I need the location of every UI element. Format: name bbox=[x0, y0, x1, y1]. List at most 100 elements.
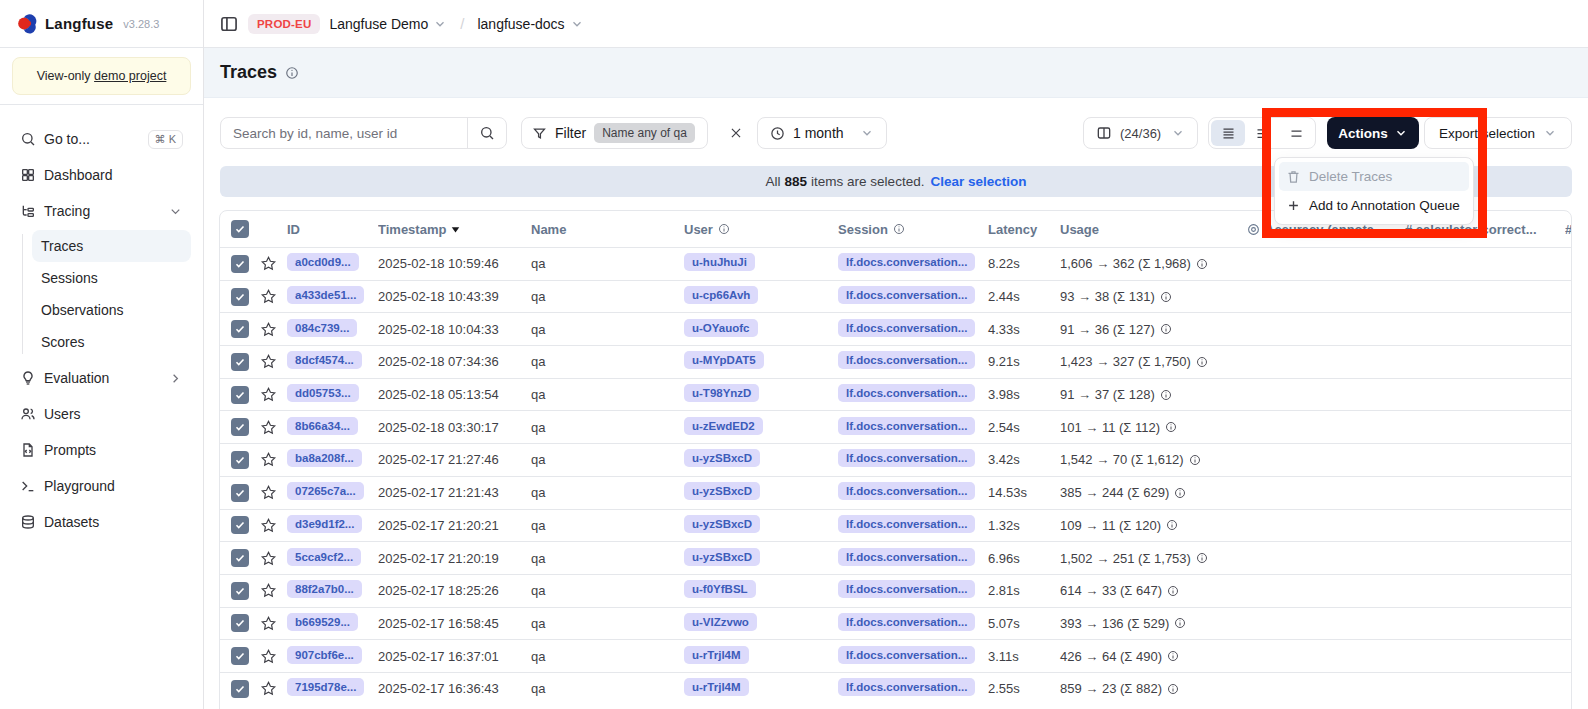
trace-id-badge[interactable]: 7195d78e... bbox=[287, 678, 364, 696]
user-badge[interactable]: u-yzSBxcD bbox=[684, 515, 760, 533]
user-badge[interactable]: u-yzSBxcD bbox=[684, 449, 760, 467]
row-checkbox[interactable] bbox=[231, 418, 249, 436]
col-header-session[interactable]: Session bbox=[838, 222, 988, 237]
user-badge[interactable]: u-rTrjl4M bbox=[684, 678, 749, 696]
session-badge[interactable]: lf.docs.conversation... bbox=[838, 449, 975, 467]
row-checkbox[interactable] bbox=[231, 451, 249, 469]
row-checkbox[interactable] bbox=[231, 386, 249, 404]
star-icon[interactable] bbox=[260, 255, 277, 272]
trace-id-badge[interactable]: b669529... bbox=[287, 613, 358, 631]
session-badge[interactable]: lf.docs.conversation... bbox=[838, 286, 975, 304]
table-row[interactable]: 88f2a7b0... 2025-02-17 18:25:26 qa u-f0Y… bbox=[220, 574, 1571, 607]
row-height-tall[interactable] bbox=[1279, 120, 1313, 146]
row-height-medium[interactable] bbox=[1245, 120, 1279, 146]
project-switcher[interactable]: langfuse-docs bbox=[477, 16, 583, 32]
trace-id-badge[interactable]: 084c739... bbox=[287, 319, 357, 337]
col-header-timestamp[interactable]: Timestamp bbox=[378, 222, 531, 237]
filter-button[interactable]: Filter Name any of qa bbox=[521, 117, 708, 149]
table-row[interactable]: d3e9d1f2... 2025-02-17 21:20:21 qa u-yzS… bbox=[220, 509, 1571, 542]
sidebar-item-prompts[interactable]: Prompts bbox=[8, 434, 195, 466]
row-checkbox[interactable] bbox=[231, 647, 249, 665]
select-all-checkbox[interactable] bbox=[231, 220, 249, 238]
star-icon[interactable] bbox=[260, 451, 277, 468]
demo-project-link[interactable]: demo project bbox=[94, 69, 166, 83]
star-icon[interactable] bbox=[260, 419, 277, 436]
user-badge[interactable]: u-zEwdED2 bbox=[684, 417, 763, 435]
col-header-id[interactable]: ID bbox=[287, 222, 378, 237]
col-header-user[interactable]: User bbox=[684, 222, 838, 237]
user-badge[interactable]: u-yzSBxcD bbox=[684, 548, 760, 566]
user-badge[interactable]: u-yzSBxcD bbox=[684, 482, 760, 500]
sidebar-item-dashboard[interactable]: Dashboard bbox=[8, 159, 195, 191]
table-row[interactable]: 907cbf6e... 2025-02-17 16:37:01 qa u-rTr… bbox=[220, 639, 1571, 672]
user-badge[interactable]: u-T98YnzD bbox=[684, 384, 759, 402]
sidebar-item-tracing[interactable]: Tracing bbox=[8, 195, 195, 227]
session-badge[interactable]: lf.docs.conversation... bbox=[838, 548, 975, 566]
trace-id-badge[interactable]: dd05753... bbox=[287, 384, 359, 402]
org-switcher[interactable]: Langfuse Demo bbox=[329, 16, 447, 32]
session-badge[interactable]: lf.docs.conversation... bbox=[838, 417, 975, 435]
goto-search[interactable]: Go to... ⌘ K bbox=[8, 123, 195, 155]
trace-id-badge[interactable]: ba8a208f... bbox=[287, 449, 362, 467]
trace-id-badge[interactable]: 5cca9cf2... bbox=[287, 548, 361, 566]
user-badge[interactable]: u-OYauofc bbox=[684, 319, 758, 337]
time-range-button[interactable]: 1 month bbox=[757, 117, 887, 149]
table-row[interactable]: 7195d78e... 2025-02-17 16:36:43 qa u-rTr… bbox=[220, 672, 1571, 705]
sidebar-item-evaluation[interactable]: Evaluation bbox=[8, 362, 195, 394]
search-button[interactable] bbox=[467, 118, 506, 148]
session-badge[interactable]: lf.docs.conversation... bbox=[838, 515, 975, 533]
sidebar-toggle-icon[interactable] bbox=[219, 14, 239, 34]
star-icon[interactable] bbox=[260, 353, 277, 370]
col-header-name[interactable]: Name bbox=[531, 222, 684, 237]
sidebar-item-users[interactable]: Users bbox=[8, 398, 195, 430]
table-row[interactable]: 8b66a34... 2025-02-18 03:30:17 qa u-zEwd… bbox=[220, 410, 1571, 443]
row-checkbox[interactable] bbox=[231, 255, 249, 273]
user-badge[interactable]: u-cp66Avh bbox=[684, 286, 758, 304]
table-row[interactable]: 07265c7a... 2025-02-17 21:21:43 qa u-yzS… bbox=[220, 476, 1571, 509]
star-icon[interactable] bbox=[260, 386, 277, 403]
sidebar-item-playground[interactable]: Playground bbox=[8, 470, 195, 502]
user-badge[interactable]: u-VIZzvwo bbox=[684, 613, 757, 631]
session-badge[interactable]: lf.docs.conversation... bbox=[838, 678, 975, 696]
col-header-latency[interactable]: Latency bbox=[988, 222, 1060, 237]
clear-filter-button[interactable] bbox=[725, 122, 747, 144]
table-row[interactable]: 8dcf4574... 2025-02-18 07:34:36 qa u-MYp… bbox=[220, 345, 1571, 378]
sidebar-item-sessions[interactable]: Sessions bbox=[32, 262, 191, 294]
session-badge[interactable]: lf.docs.conversation... bbox=[838, 253, 975, 271]
menu-item-delete-traces[interactable]: Delete Traces bbox=[1279, 162, 1469, 191]
session-badge[interactable]: lf.docs.conversation... bbox=[838, 646, 975, 664]
row-checkbox[interactable] bbox=[231, 582, 249, 600]
row-checkbox[interactable] bbox=[231, 484, 249, 502]
info-icon[interactable] bbox=[285, 66, 299, 80]
sidebar-item-observations[interactable]: Observations bbox=[32, 294, 191, 326]
trace-id-badge[interactable]: d3e9d1f2... bbox=[287, 515, 362, 533]
table-row[interactable]: a433de51... 2025-02-18 10:43:39 qa u-cp6… bbox=[220, 280, 1571, 313]
table-row[interactable]: ba8a208f... 2025-02-17 21:27:46 qa u-yzS… bbox=[220, 443, 1571, 476]
row-checkbox[interactable] bbox=[231, 516, 249, 534]
row-checkbox[interactable] bbox=[231, 353, 249, 371]
star-icon[interactable] bbox=[260, 615, 277, 632]
star-icon[interactable] bbox=[260, 288, 277, 305]
row-checkbox[interactable] bbox=[231, 614, 249, 632]
row-checkbox[interactable] bbox=[231, 680, 249, 698]
sidebar-item-traces[interactable]: Traces bbox=[32, 230, 191, 262]
row-height-compact[interactable] bbox=[1211, 120, 1245, 146]
session-badge[interactable]: lf.docs.conversation... bbox=[838, 319, 975, 337]
menu-item-add-annotation-queue[interactable]: Add to Annotation Queue bbox=[1279, 191, 1469, 220]
session-badge[interactable]: lf.docs.conversation... bbox=[838, 580, 975, 598]
star-icon[interactable] bbox=[260, 484, 277, 501]
trace-id-badge[interactable]: a0cd0d9... bbox=[287, 253, 359, 271]
actions-button[interactable]: Actions bbox=[1327, 117, 1419, 149]
trace-id-badge[interactable]: 88f2a7b0... bbox=[287, 580, 362, 598]
session-badge[interactable]: lf.docs.conversation... bbox=[838, 351, 975, 369]
col-header-extra[interactable]: # c... bbox=[1565, 222, 1572, 237]
export-selection-button[interactable]: Export selection bbox=[1424, 117, 1572, 149]
user-badge[interactable]: u-huJhuJi bbox=[684, 253, 755, 271]
trace-id-badge[interactable]: 8b66a34... bbox=[287, 417, 358, 435]
star-icon[interactable] bbox=[260, 550, 277, 567]
table-row[interactable]: dd05753... 2025-02-18 05:13:54 qa u-T98Y… bbox=[220, 378, 1571, 411]
star-icon[interactable] bbox=[260, 648, 277, 665]
session-badge[interactable]: lf.docs.conversation... bbox=[838, 482, 975, 500]
search-input[interactable]: Search by id, name, user id bbox=[220, 117, 507, 149]
table-row[interactable]: 084c739... 2025-02-18 10:04:33 qa u-OYau… bbox=[220, 312, 1571, 345]
